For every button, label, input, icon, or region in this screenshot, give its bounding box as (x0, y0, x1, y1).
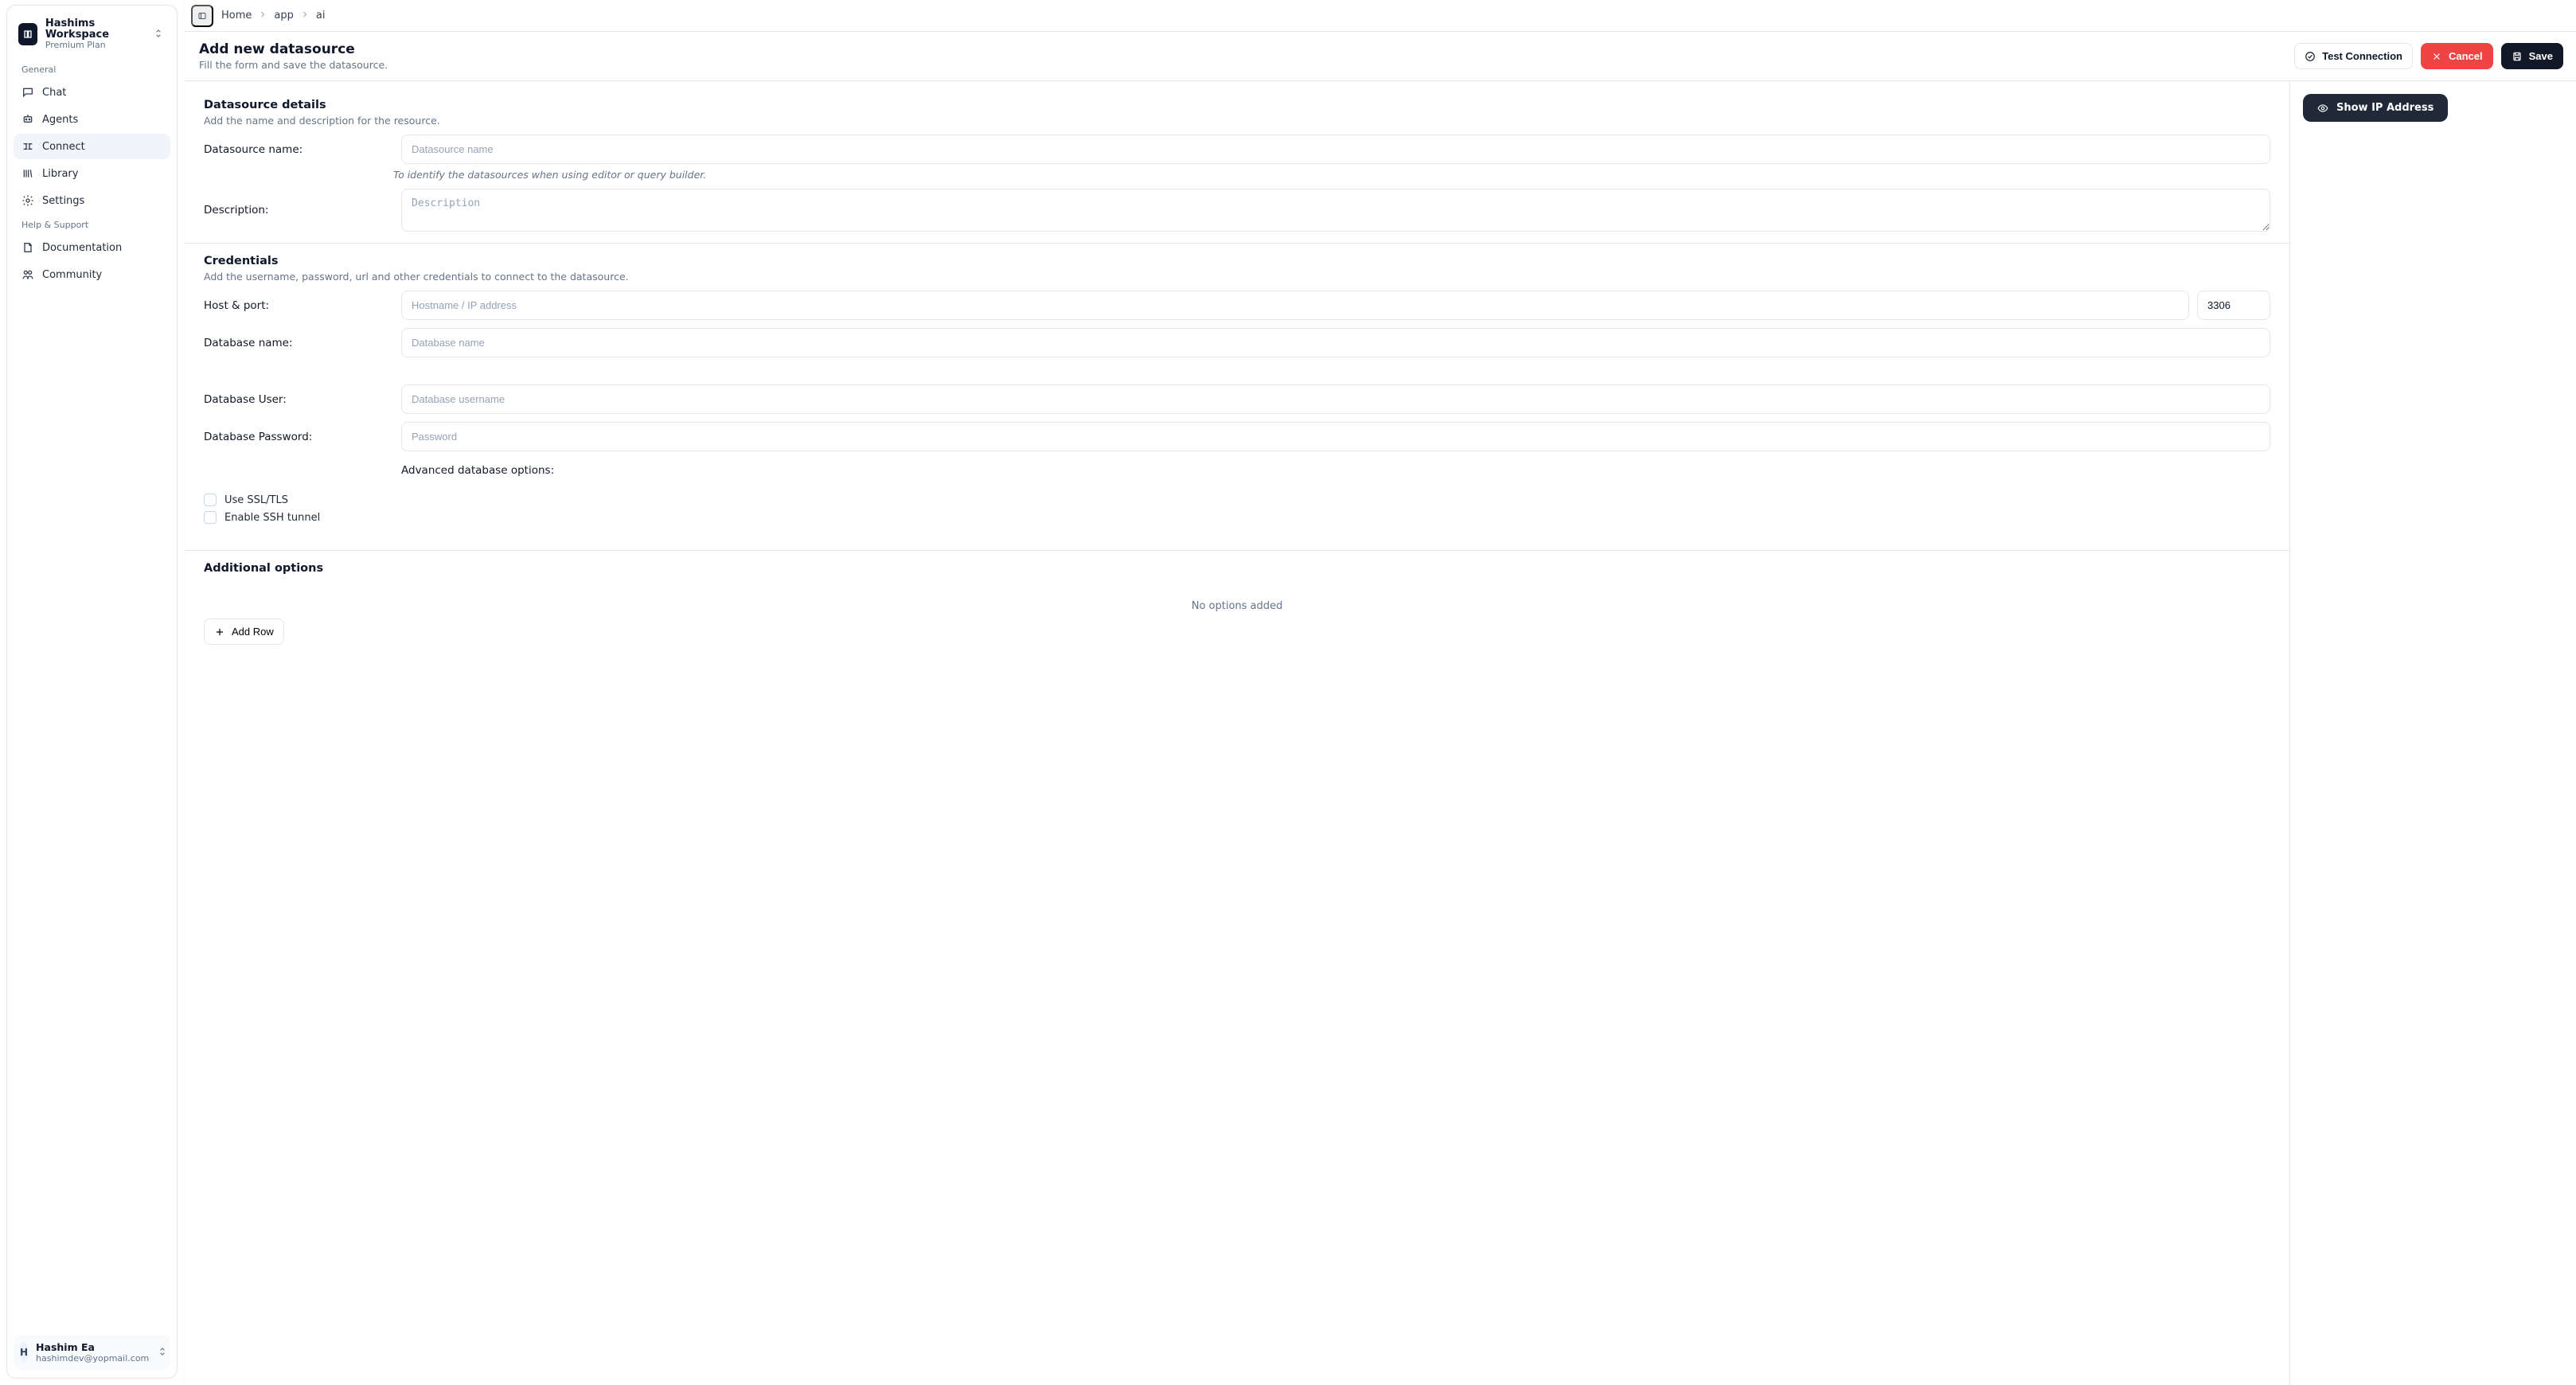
section-label-general: General (14, 58, 170, 80)
label-datasource-name: Datasource name: (204, 143, 387, 156)
sidebar-item-label: Chat (42, 87, 66, 99)
chevron-up-down-icon[interactable] (157, 1345, 168, 1360)
nav-general: Chat Agents Connect Library Settings (14, 80, 170, 213)
database-name-input[interactable] (401, 328, 2270, 357)
spacer (204, 357, 2270, 376)
row-database-password: Database Password: (204, 414, 2270, 451)
checkbox-label: Use SSL/TLS (224, 494, 288, 506)
content: Datasource details Add the name and desc… (185, 81, 2576, 1385)
chevron-right-icon (300, 10, 310, 22)
checkbox-label: Enable SSH tunnel (224, 512, 320, 524)
user-card[interactable]: H Hashim Ea hashimdev@yopmail.com (14, 1335, 170, 1370)
header-bar: Add new datasource Fill the form and sav… (185, 32, 2576, 81)
label-database-password: Database Password: (204, 431, 387, 443)
workspace-name: Hashims Workspace (45, 18, 145, 41)
section-datasource-details: Datasource details Add the name and desc… (185, 92, 2289, 244)
nav-help: Documentation Community (14, 235, 170, 287)
sidebar-item-library[interactable]: Library (14, 161, 170, 186)
panel-toggle-button[interactable] (191, 5, 213, 27)
crumb-ai[interactable]: ai (316, 10, 326, 21)
button-label: Save (2529, 50, 2553, 62)
right-panel: Show IP Address (2289, 81, 2576, 1385)
button-label: Cancel (2449, 50, 2483, 62)
sidebar-item-agents[interactable]: Agents (14, 107, 170, 132)
row-database-user: Database User: (204, 376, 2270, 414)
sidebar-spacer (14, 287, 170, 1335)
section-title: Credentials (204, 255, 2270, 267)
section-additional-options: Additional options No options added Add … (185, 551, 2289, 656)
tabs-row: Home app ai (185, 0, 2576, 32)
section-title: Additional options (204, 562, 2270, 575)
user-name: Hashim Ea (36, 1341, 149, 1353)
sidebar-item-label: Connect (42, 141, 85, 153)
button-label: Show IP Address (2336, 102, 2434, 114)
sidebar-item-documentation[interactable]: Documentation (14, 235, 170, 260)
checkbox-icon[interactable] (204, 511, 217, 524)
row-description: Description: (204, 181, 2270, 232)
checkbox-use-ssl[interactable]: Use SSL/TLS (204, 491, 387, 509)
database-user-input[interactable] (401, 384, 2270, 414)
sidebar-item-chat[interactable]: Chat (14, 80, 170, 105)
right-panel-top: Show IP Address (2303, 94, 2563, 122)
datasource-name-input[interactable] (401, 135, 2270, 164)
user-email: hashimdev@yopmail.com (36, 1353, 149, 1364)
checkbox-ssh-tunnel[interactable]: Enable SSH tunnel (204, 509, 387, 526)
breadcrumbs: Home app ai (221, 10, 325, 22)
sidebar-card: Hashims Workspace Premium Plan General C… (6, 5, 178, 1379)
workspace-plan: Premium Plan (45, 41, 145, 50)
test-connection-button[interactable]: Test Connection (2294, 43, 2413, 69)
label-description: Description: (204, 204, 387, 217)
sidebar-item-label: Agents (42, 114, 78, 126)
label-advanced-options: Advanced database options: (401, 464, 2259, 477)
page-subtitle: Fill the form and save the datasource. (199, 59, 2285, 71)
sidebar-item-label: Settings (42, 195, 84, 207)
app-root: Hashims Workspace Premium Plan General C… (0, 0, 2576, 1385)
save-button[interactable]: Save (2501, 43, 2563, 69)
row-advanced-options: Advanced database options: Use SSL/TLS E… (193, 458, 2270, 533)
chevron-up-down-icon[interactable] (153, 27, 164, 42)
avatar: H (20, 1341, 28, 1364)
section-credentials: Credentials Add the username, password, … (185, 244, 2289, 551)
cancel-button[interactable]: Cancel (2421, 43, 2493, 69)
show-ip-button[interactable]: Show IP Address (2303, 94, 2448, 122)
chevron-right-icon (258, 10, 267, 22)
row-database-name: Database name: (204, 320, 2270, 357)
row-host-port: Host & port: (204, 283, 2270, 320)
sidebar-item-label: Documentation (42, 242, 122, 254)
button-label: Add Row (232, 626, 274, 638)
label-host-port: Host & port: (204, 299, 387, 312)
page-title: Add new datasource (199, 41, 2285, 57)
sidebar-item-community[interactable]: Community (14, 262, 170, 287)
header-actions: Test Connection Cancel Save (2294, 43, 2563, 69)
checkbox-icon[interactable] (204, 494, 217, 506)
sidebar: Hashims Workspace Premium Plan General C… (0, 0, 185, 1385)
crumb-home[interactable]: Home (221, 10, 252, 21)
no-options-label: No options added (204, 575, 2270, 618)
sidebar-item-label: Library (42, 168, 78, 180)
avatar-initial: H (20, 1347, 28, 1358)
sidebar-item-settings[interactable]: Settings (14, 188, 170, 213)
section-subtitle: Add the username, password, url and othe… (204, 271, 2270, 283)
label-database-name: Database name: (204, 337, 387, 349)
description-textarea[interactable] (401, 189, 2270, 232)
button-label: Test Connection (2322, 50, 2402, 62)
label-database-user: Database User: (204, 393, 387, 406)
workspace-logo (18, 23, 37, 45)
help-datasource-name: To identify the datasources when using e… (393, 169, 2270, 181)
main: Home app ai Add new datasource Fill the … (185, 0, 2576, 1385)
port-input[interactable] (2197, 291, 2270, 320)
section-label-help: Help & Support (14, 213, 170, 235)
crumb-app[interactable]: app (274, 10, 293, 21)
section-title: Datasource details (204, 99, 2270, 111)
sidebar-item-connect[interactable]: Connect (14, 134, 170, 159)
section-subtitle: Add the name and description for the res… (204, 115, 2270, 127)
database-password-input[interactable] (401, 422, 2270, 451)
sidebar-item-label: Community (42, 269, 102, 281)
form-panel: Datasource details Add the name and desc… (185, 81, 2289, 1385)
row-datasource-name: Datasource name: (204, 127, 2270, 164)
add-row-button[interactable]: Add Row (204, 618, 284, 645)
host-input[interactable] (401, 291, 2189, 320)
workspace-switcher[interactable]: Hashims Workspace Premium Plan (14, 12, 170, 58)
